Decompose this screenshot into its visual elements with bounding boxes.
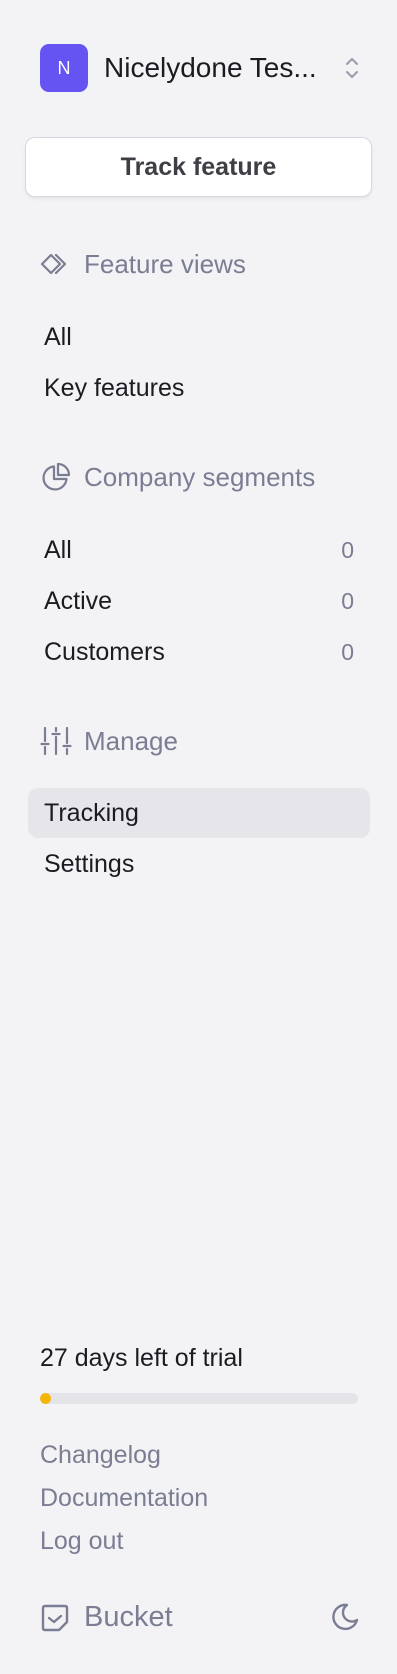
sliders-icon xyxy=(40,726,72,756)
segment-customers[interactable]: Customers 0 xyxy=(28,627,370,677)
changelog-link[interactable]: Changelog xyxy=(40,1441,161,1470)
feature-views-header: Feature views xyxy=(40,246,246,282)
trial-progress-bar xyxy=(40,1393,358,1404)
trial-progress-fill xyxy=(40,1393,52,1404)
chevron-up-down-icon xyxy=(346,58,358,78)
feature-view-key-features[interactable]: Key features xyxy=(28,363,370,413)
documentation-link[interactable]: Documentation xyxy=(40,1484,208,1513)
company-segments-label: Company segments xyxy=(84,461,316,492)
segment-count: 0 xyxy=(341,638,354,665)
moon-icon[interactable] xyxy=(330,1602,360,1632)
nav-item-label: All xyxy=(44,322,72,351)
log-out-link[interactable]: Log out xyxy=(40,1527,123,1556)
nav-item-label: Active xyxy=(44,586,113,615)
bucket-logo-icon xyxy=(41,1604,69,1631)
segment-all[interactable]: All 0 xyxy=(28,525,370,575)
trial-status: 27 days left of trial xyxy=(40,1344,243,1372)
org-avatar: N xyxy=(40,44,88,92)
nav-item-label: All xyxy=(44,535,72,564)
pie-chart-icon xyxy=(42,462,71,491)
manage-tracking[interactable]: Tracking xyxy=(28,788,370,838)
nav-item-label: Settings xyxy=(44,849,135,878)
brand: Bucket xyxy=(40,1601,173,1634)
nav-item-label: Customers xyxy=(44,637,165,666)
track-feature-button[interactable]: Track feature xyxy=(25,137,372,197)
manage-label: Manage xyxy=(84,725,178,756)
org-name: Nicelydone Tes... xyxy=(104,52,317,83)
segment-count: 0 xyxy=(341,587,354,614)
org-switcher[interactable]: N Nicelydone Tes... xyxy=(40,44,360,92)
brand-name: Bucket xyxy=(84,1601,173,1633)
company-segments-header: Company segments xyxy=(40,459,315,495)
nav-item-label: Tracking xyxy=(44,798,139,827)
manage-header: Manage xyxy=(40,723,178,759)
segment-active[interactable]: Active 0 xyxy=(28,576,370,626)
feature-views-label: Feature views xyxy=(84,248,246,279)
manage-settings[interactable]: Settings xyxy=(28,839,370,889)
diamonds-icon xyxy=(40,253,67,275)
nav-item-label: Key features xyxy=(44,373,185,402)
feature-view-all[interactable]: All xyxy=(28,312,370,362)
segment-count: 0 xyxy=(341,536,354,563)
